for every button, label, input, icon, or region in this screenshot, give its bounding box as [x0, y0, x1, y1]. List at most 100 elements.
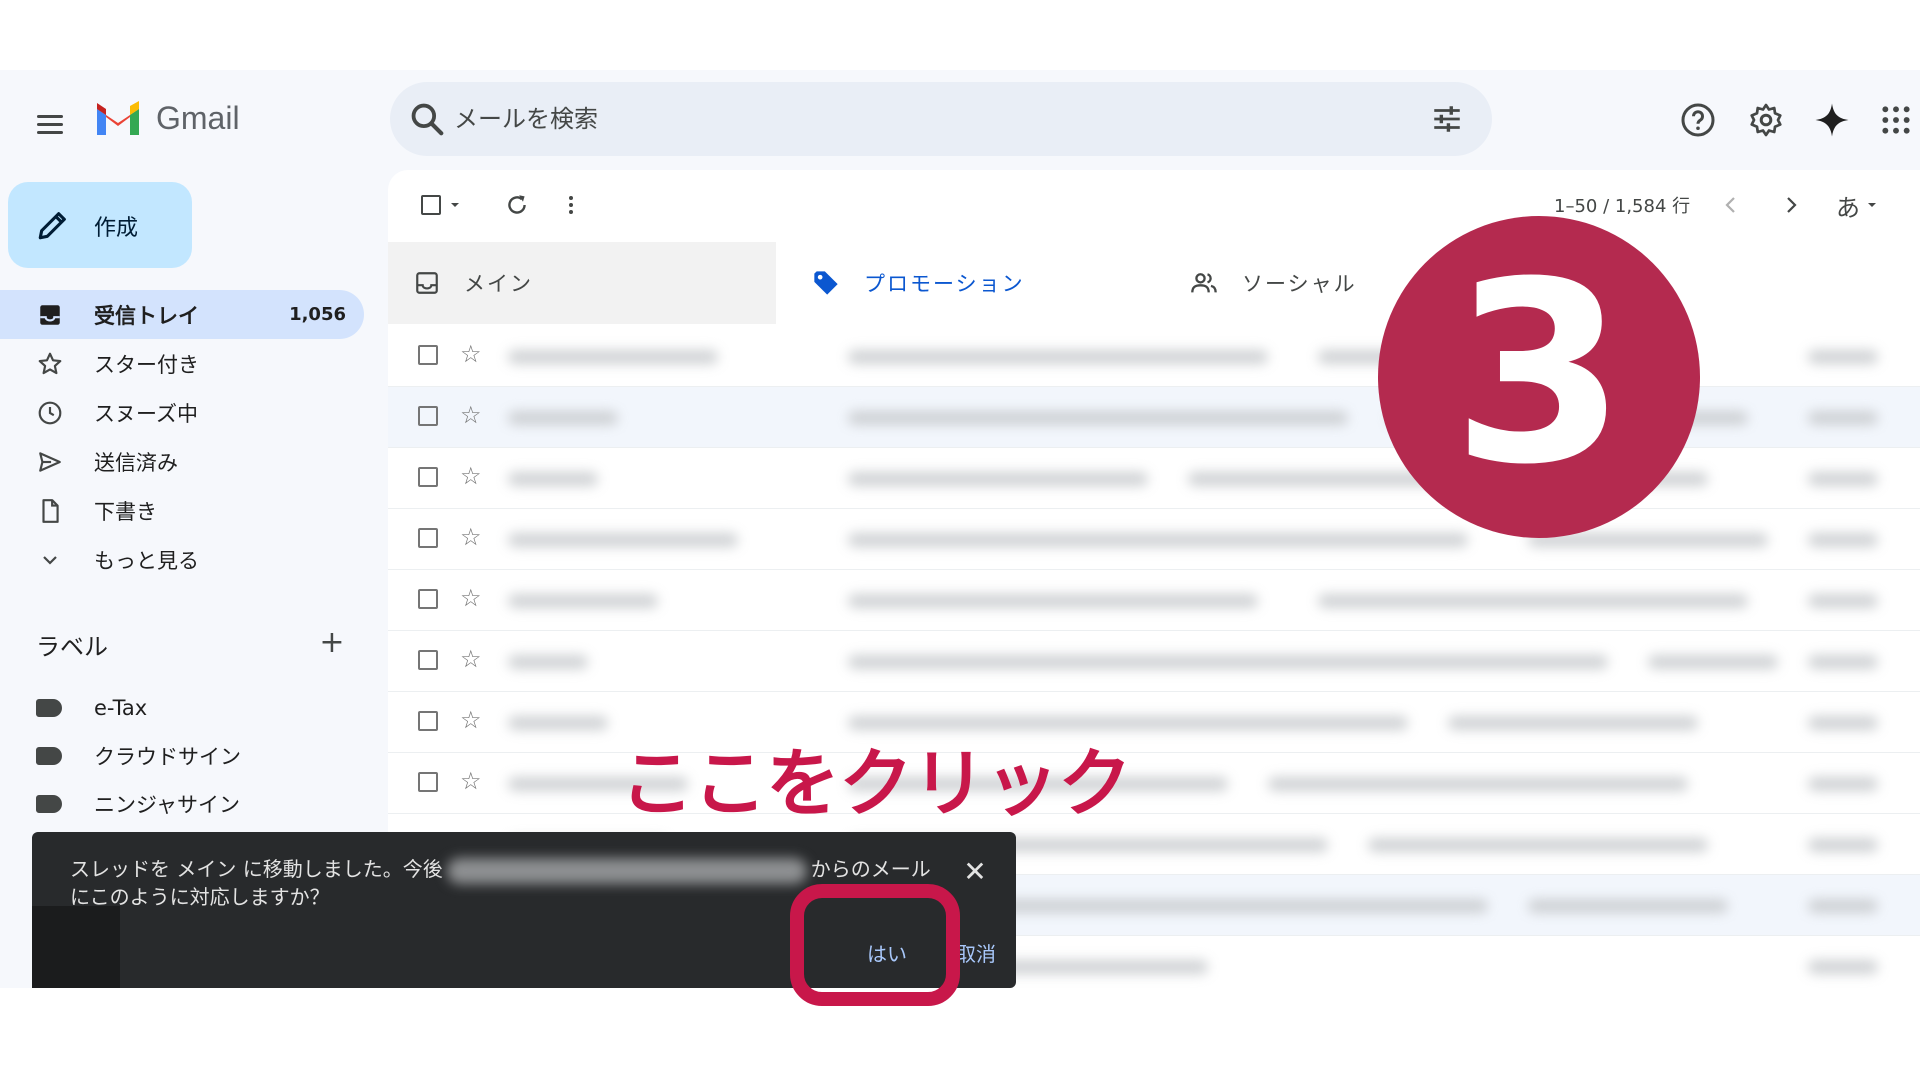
sparkle-icon — [1815, 103, 1849, 137]
search-options-icon[interactable] — [1430, 102, 1464, 136]
label-item-cloudsign[interactable]: クラウドサイン — [36, 732, 356, 780]
gmail-logo-text: Gmail — [156, 100, 240, 136]
star-icon[interactable]: ☆ — [460, 340, 482, 368]
sidebar-item-label: 送信済み — [94, 450, 178, 475]
click-highlight-box — [790, 884, 960, 1006]
sidebar-item-inbox[interactable]: 受信トレイ 1,056 — [0, 290, 364, 339]
compose-button[interactable]: 作成 — [8, 182, 192, 268]
row-checkbox[interactable] — [418, 711, 438, 731]
label-item-etax[interactable]: e-Tax — [36, 684, 356, 732]
row-checkbox[interactable] — [418, 650, 438, 670]
sidebar-item-label: 受信トレイ — [94, 303, 199, 328]
refresh-icon — [508, 195, 526, 214]
sidebar-item-starred[interactable]: スター付き — [0, 339, 364, 388]
star-icon[interactable]: ☆ — [460, 523, 482, 551]
label-item-ninjasign[interactable]: ニンジャサイン — [36, 780, 356, 828]
caret-down-icon — [1868, 203, 1876, 207]
category-tabs: メイン プロモーション ソーシャル — [388, 242, 1920, 396]
labels-title: ラベル — [36, 632, 108, 661]
table-row[interactable]: ☆ — [388, 570, 1920, 631]
compose-label: 作成 — [94, 216, 139, 241]
star-icon[interactable]: ☆ — [460, 462, 482, 490]
input-mode-label: あ — [1836, 193, 1860, 222]
search-input[interactable] — [454, 99, 1354, 139]
step-number-badge: 3 — [1378, 216, 1700, 538]
table-row[interactable]: ☆ — [388, 509, 1920, 570]
star-icon[interactable]: ☆ — [460, 401, 482, 429]
search-bar — [390, 82, 1492, 156]
click-instruction-caption: ここをクリック — [620, 741, 1132, 827]
sidebar-nav: 受信トレイ 1,056 スター付き スヌーズ中 送信済み 下書き もっと見る — [0, 290, 364, 584]
refresh-button[interactable] — [500, 188, 534, 222]
tab-promotions[interactable]: プロモーション — [788, 242, 1158, 324]
main-menu-button[interactable] — [30, 104, 70, 144]
label-text: e-Tax — [94, 696, 148, 720]
star-icon[interactable]: ☆ — [460, 767, 482, 795]
chevron-right-icon — [1787, 197, 1797, 213]
tab-label: メイン — [464, 272, 533, 296]
help-icon — [1681, 103, 1715, 137]
star-icon[interactable]: ☆ — [460, 706, 482, 734]
row-checkbox[interactable] — [418, 528, 438, 548]
blurred-sender — [446, 857, 807, 884]
blurred-message-content — [488, 631, 1908, 691]
tab-label: プロモーション — [864, 272, 1025, 296]
table-row[interactable]: ☆ — [388, 753, 1920, 814]
previous-page-button[interactable] — [1714, 188, 1748, 222]
gear-icon — [1750, 103, 1782, 137]
hamburger-icon-line — [37, 130, 63, 134]
star-icon[interactable]: ☆ — [460, 645, 482, 673]
sidebar-item-label: 下書き — [94, 499, 157, 524]
sidebar-item-snoozed[interactable]: スヌーズ中 — [0, 388, 364, 437]
hamburger-icon-line — [37, 122, 63, 126]
table-row[interactable]: ☆ — [388, 692, 1920, 753]
snackbar-message-part1: スレッドを メイン に移動しました。今後 — [70, 857, 443, 881]
label-icon — [36, 795, 62, 813]
gmail-logo[interactable]: Gmail — [94, 100, 240, 137]
support-button[interactable] — [1676, 98, 1720, 142]
more-vert-icon — [569, 196, 573, 214]
people-icon — [1191, 273, 1217, 293]
blurred-message-content — [488, 570, 1908, 630]
checkbox-icon — [421, 195, 441, 215]
tab-main[interactable]: メイン — [388, 242, 776, 324]
select-all-button[interactable] — [414, 188, 470, 222]
row-checkbox[interactable] — [418, 772, 438, 792]
label-text: クラウドサイン — [94, 745, 241, 769]
send-icon — [36, 448, 64, 476]
table-row[interactable]: ☆ — [388, 631, 1920, 692]
add-label-button[interactable]: + — [314, 626, 350, 662]
tag-icon — [814, 271, 838, 295]
sidebar-item-label: スター付き — [94, 352, 199, 377]
blurred-message-content — [488, 509, 1908, 569]
table-row[interactable]: ☆ — [388, 448, 1920, 509]
input-tools-button[interactable]: あ — [1828, 188, 1888, 222]
close-icon[interactable]: ✕ — [958, 856, 992, 890]
star-icon[interactable]: ☆ — [460, 584, 482, 612]
inbox-icon — [36, 301, 64, 329]
row-checkbox[interactable] — [418, 345, 438, 365]
row-checkbox[interactable] — [418, 406, 438, 426]
sidebar-item-more[interactable]: もっと見る — [0, 535, 364, 584]
row-checkbox[interactable] — [418, 467, 438, 487]
draft-icon — [36, 497, 64, 525]
label-list: e-Tax クラウドサイン ニンジャサイン — [36, 684, 356, 828]
pagination-range: 1–50 / 1,584 行 — [1554, 196, 1691, 217]
chevron-left-icon — [1725, 197, 1735, 213]
hamburger-icon — [37, 114, 63, 118]
apps-button[interactable] — [1874, 98, 1918, 142]
settings-button[interactable] — [1744, 98, 1788, 142]
star-icon — [36, 350, 64, 378]
gemini-button[interactable] — [1810, 98, 1854, 142]
sidebar-item-sent[interactable]: 送信済み — [0, 437, 364, 486]
snackbar-side-panel — [32, 906, 120, 988]
more-actions-button[interactable] — [556, 188, 586, 222]
search-icon[interactable] — [408, 100, 446, 138]
inbox-icon — [416, 272, 438, 294]
inbox-unread-count: 1,056 — [289, 304, 346, 325]
sidebar-item-drafts[interactable]: 下書き — [0, 486, 364, 535]
sidebar-item-label: もっと見る — [94, 548, 199, 573]
row-checkbox[interactable] — [418, 589, 438, 609]
next-page-button[interactable] — [1774, 188, 1808, 222]
snackbar-undo-button[interactable]: 取消 — [956, 934, 1010, 974]
